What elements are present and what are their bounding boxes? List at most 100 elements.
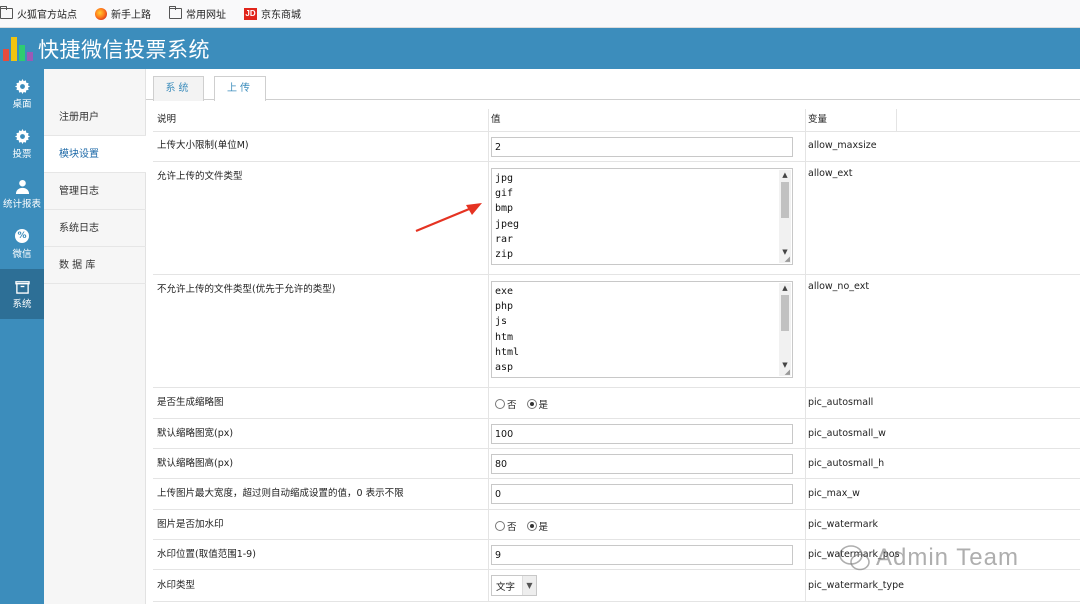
resize-grip-icon[interactable]: ◢: [785, 255, 790, 263]
textarea-line: rar: [495, 233, 514, 245]
radio-label: 否: [507, 522, 517, 533]
row-variable: pic_watermark: [808, 519, 879, 530]
chevron-up-icon[interactable]: ▲: [779, 170, 791, 180]
bookmark-label: 京东商城: [261, 10, 301, 21]
row-variable: allow_maxsize: [808, 140, 877, 151]
tab-bar: 系统 上传: [146, 69, 1080, 101]
row-label: 水印类型: [153, 570, 489, 601]
firefox-icon: [95, 7, 107, 20]
radio-no[interactable]: [495, 521, 505, 531]
scrollbar-thumb[interactable]: [781, 295, 789, 331]
select-value: 文字: [496, 581, 516, 593]
bookmark-getting-started[interactable]: 新手上路: [95, 6, 151, 21]
tab-system[interactable]: 系统: [153, 76, 204, 101]
scrollbar-thumb[interactable]: [781, 182, 789, 218]
textarea-content: jpg gif bmp jpeg rar zip: [495, 171, 519, 262]
bookmark-firefox-site[interactable]: 火狐官方站点: [0, 6, 77, 21]
row-label: 图片是否加水印: [153, 510, 489, 539]
pic-max-w-input[interactable]: [491, 484, 793, 504]
gear-icon: [14, 128, 30, 144]
radio-yes[interactable]: [526, 399, 537, 409]
row-variable: allow_ext: [808, 168, 853, 179]
textarea-line: jpg: [495, 173, 514, 184]
bookmarks-bar: 火狐官方站点 新手上路 常用网址 JD 京东商城: [0, 0, 1080, 28]
row-variable: pic_autosmall: [808, 397, 874, 408]
table-row: 不允许上传的文件类型(优先于允许的类型) exe php js htm html…: [153, 275, 1080, 388]
wechat-icon: %: [14, 228, 30, 244]
row-label: 水印位置(取值范围1-9): [153, 540, 489, 569]
folder-icon: [0, 6, 13, 19]
app-title: 快捷微信投票系统: [38, 37, 210, 62]
row-label: 是否生成缩略图: [153, 388, 489, 418]
radio-no[interactable]: [495, 399, 505, 409]
row-value-cell: 文字 ▼: [489, 570, 806, 601]
nav-label: 投票: [12, 149, 32, 160]
autosmall-radio-group: 否 是: [495, 397, 558, 411]
row-label: 上传大小限制(单位M): [153, 132, 489, 161]
gear-icon: [14, 78, 30, 94]
subnav-item-system-log[interactable]: 系统日志: [44, 210, 146, 247]
radio-yes[interactable]: [526, 521, 537, 531]
textarea-line: bmp: [495, 203, 514, 215]
nav-wechat[interactable]: % 微信: [0, 219, 44, 269]
row-value-cell: [489, 449, 806, 478]
row-variable: pic_autosmall_w: [808, 428, 886, 439]
jd-icon: JD: [244, 7, 257, 20]
textarea-line: gif: [495, 188, 514, 200]
main-nav: 桌面 投票 统计报表 % 微信 系统: [0, 69, 44, 604]
subnav-item-registered-users[interactable]: 注册用户: [44, 99, 146, 136]
tab-upload[interactable]: 上传: [214, 76, 266, 101]
nav-stats[interactable]: 统计报表: [0, 169, 44, 219]
row-value-cell: [489, 132, 806, 161]
autosmall-h-input[interactable]: [491, 454, 793, 474]
watermark-pos-input[interactable]: [491, 545, 793, 565]
bookmark-label: 常用网址: [186, 10, 226, 21]
textarea-line: js: [495, 316, 508, 328]
resize-grip-icon[interactable]: ◢: [785, 368, 790, 376]
table-row: 是否生成缩略图 否 是 pic_autosmall: [153, 388, 1080, 419]
table-row: 允许上传的文件类型 jpg gif bmp jpeg rar zip ▲ ▼ ◢…: [153, 162, 1080, 275]
bookmark-label: 火狐官方站点: [17, 10, 77, 21]
row-value-cell: [489, 419, 806, 448]
textarea-scrollbar[interactable]: ▲ ▼: [779, 283, 791, 376]
column-header-description: 说明: [153, 109, 489, 131]
allow-ext-textarea[interactable]: jpg gif bmp jpeg rar zip ▲ ▼ ◢: [491, 168, 793, 265]
nav-label: 桌面: [12, 99, 32, 110]
autosmall-w-input[interactable]: [491, 424, 793, 444]
textarea-line: exe: [495, 286, 514, 297]
row-value-cell: 否 是: [489, 510, 806, 539]
nav-system[interactable]: 系统: [0, 269, 44, 319]
table-row: 默认缩略图宽(px) pic_autosmall_w: [153, 419, 1080, 449]
bookmark-jd[interactable]: JD 京东商城: [244, 6, 301, 21]
app-header: 快捷微信投票系统: [0, 28, 1080, 69]
annotation-arrow-icon: [415, 203, 482, 233]
row-value-cell: 否 是: [489, 388, 806, 418]
wechat-watermark-icon: [839, 545, 870, 571]
subnav-item-database[interactable]: 数 据 库: [44, 247, 146, 284]
textarea-scrollbar[interactable]: ▲ ▼: [779, 170, 791, 263]
bookmark-common-sites[interactable]: 常用网址: [169, 6, 226, 21]
row-value-cell: jpg gif bmp jpeg rar zip ▲ ▼ ◢: [489, 162, 806, 274]
nav-label: 统计报表: [2, 199, 41, 210]
table-row: 水印类型 文字 ▼ pic_watermark_type: [153, 570, 1080, 602]
watermark-radio-group: 否 是: [495, 519, 558, 533]
table-row: 默认缩略图高(px) pic_autosmall_h: [153, 449, 1080, 479]
main-content: 系统 上传 说明 值 变量 上传大小限制(单位M) allow_maxsize …: [146, 69, 1080, 604]
table-header: 说明 值 变量: [153, 109, 1080, 132]
subnav-item-admin-log[interactable]: 管理日志: [44, 173, 146, 210]
bookmark-label: 新手上路: [111, 10, 151, 21]
textarea-line: jpeg: [495, 218, 520, 230]
column-header-value: 值: [489, 109, 806, 131]
watermark-type-select[interactable]: 文字 ▼: [491, 575, 537, 596]
radio-label: 是: [538, 522, 549, 533]
allow-maxsize-input[interactable]: [491, 137, 793, 157]
allow-no-ext-textarea[interactable]: exe php js htm html asp ▲ ▼ ◢: [491, 281, 793, 378]
nav-vote[interactable]: 投票: [0, 119, 44, 169]
table-row: 图片是否加水印 否 是 pic_watermark: [153, 510, 1080, 540]
sub-nav: 注册用户 模块设置 管理日志 系统日志 数 据 库: [44, 69, 146, 604]
column-header-extra: [896, 109, 1080, 131]
chevron-up-icon[interactable]: ▲: [779, 283, 791, 293]
nav-label: 系统: [12, 299, 32, 310]
subnav-item-module-settings[interactable]: 模块设置: [44, 136, 146, 173]
nav-desktop[interactable]: 桌面: [0, 69, 44, 119]
